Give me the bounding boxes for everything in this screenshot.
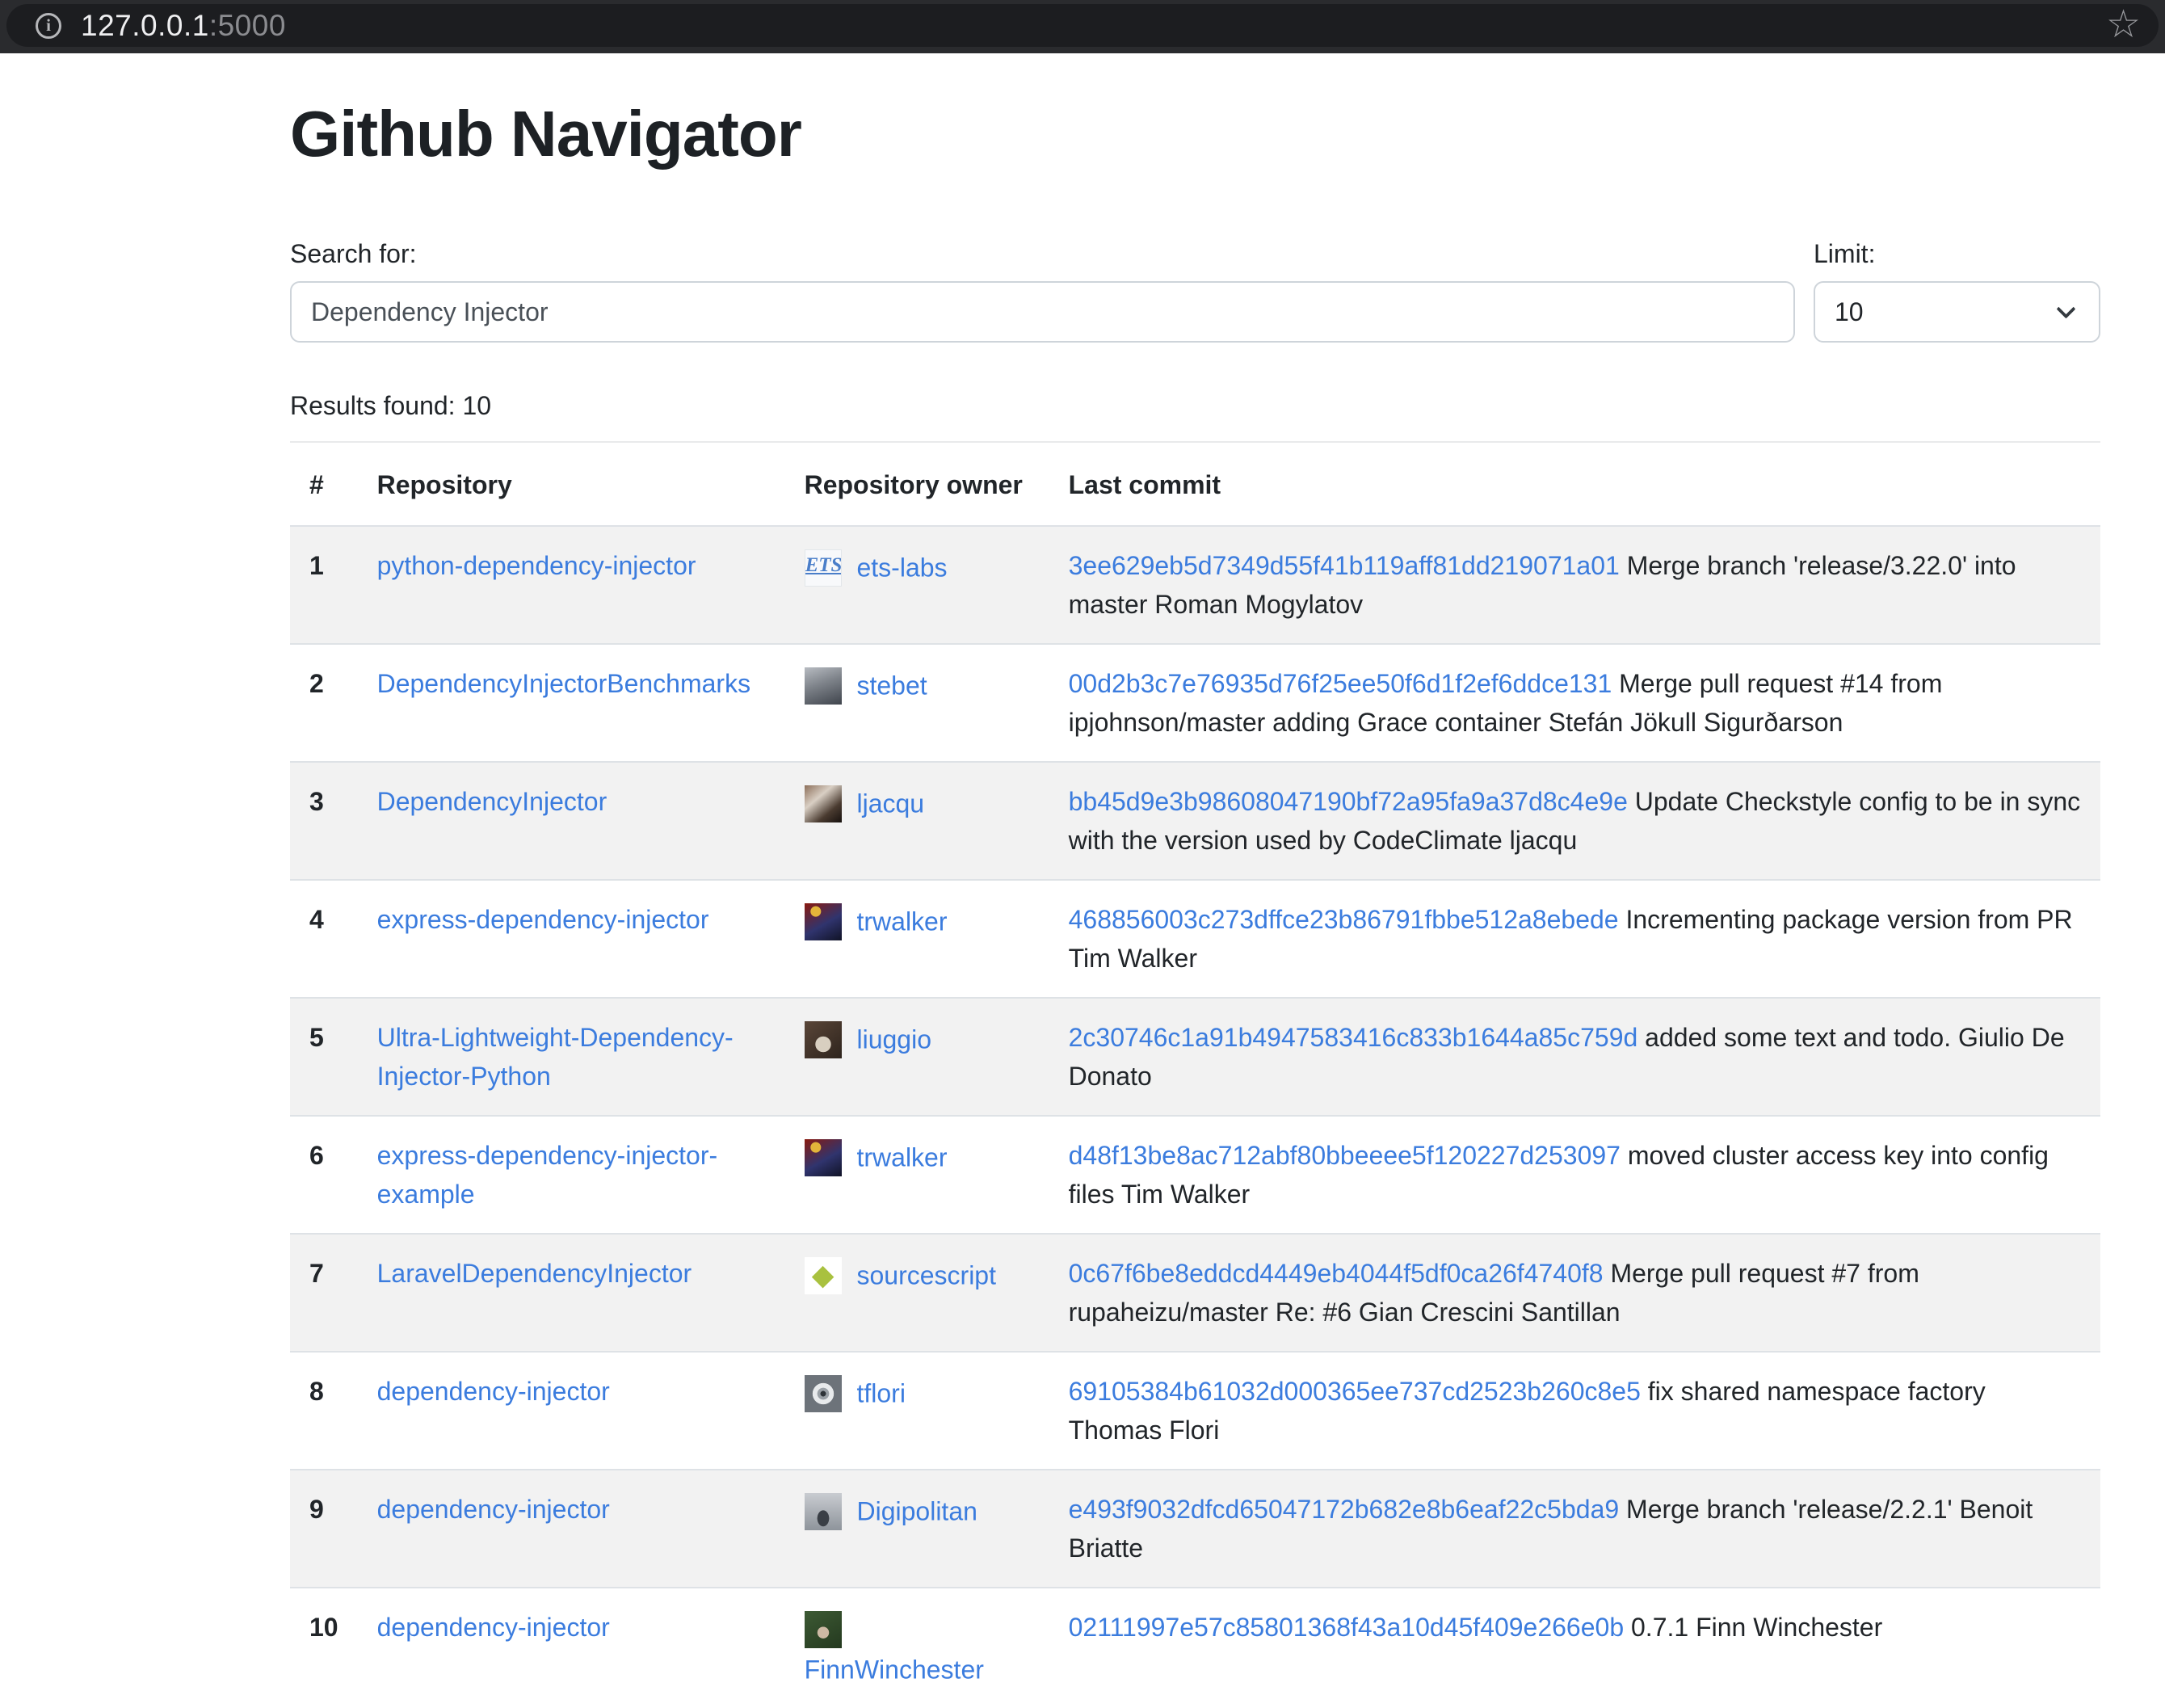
repo-link[interactable]: DependencyInjector — [377, 787, 607, 816]
row-number: 6 — [290, 1116, 358, 1234]
owner-avatar — [805, 1375, 842, 1412]
site-info-icon[interactable]: i — [36, 13, 61, 39]
table-row: 6 express-dependency-injector-example tr… — [290, 1116, 2100, 1234]
row-number: 1 — [290, 526, 358, 644]
chevron-down-icon — [2056, 299, 2075, 318]
browser-toolbar: i 127.0.0.1:5000 ☆ — [0, 0, 2165, 53]
header-repository: Repository — [358, 443, 785, 526]
repo-link[interactable]: Ultra-Lightweight-Dependency-Injector-Py… — [377, 1023, 734, 1091]
row-number: 3 — [290, 762, 358, 880]
owner-avatar — [805, 1021, 842, 1058]
repo-link[interactable]: express-dependency-injector — [377, 905, 709, 934]
owner-link[interactable]: sourcescript — [856, 1261, 996, 1290]
url-text: 127.0.0.1:5000 — [81, 3, 286, 48]
header-repository-owner: Repository owner — [785, 443, 1049, 526]
table-row: 1 python-dependency-injector ETS ets-lab… — [290, 526, 2100, 644]
table-row: 5 Ultra-Lightweight-Dependency-Injector-… — [290, 998, 2100, 1116]
owner-avatar — [805, 667, 842, 705]
limit-selected-value: 10 — [1835, 292, 1864, 331]
commit-sha-link[interactable]: 00d2b3c7e76935d76f25ee50f6d1f2ef6ddce131 — [1069, 669, 1612, 698]
repo-link[interactable]: DependencyInjectorBenchmarks — [377, 669, 750, 698]
owner-avatar — [805, 1493, 842, 1530]
page-title: Github Navigator — [290, 86, 2100, 183]
commit-sha-link[interactable]: e493f9032dfcd65047172b682e8b6eaf22c5bda9 — [1069, 1495, 1620, 1524]
commit-sha-link[interactable]: 3ee629eb5d7349d55f41b119aff81dd219071a01 — [1069, 551, 1620, 580]
owner-avatar — [805, 1139, 842, 1176]
owner-link[interactable]: ets-labs — [856, 553, 947, 583]
table-header-row: # Repository Repository owner Last commi… — [290, 443, 2100, 526]
owner-avatar — [805, 1611, 842, 1648]
owner-avatar: ◆ — [805, 1257, 842, 1294]
repo-link[interactable]: dependency-injector — [377, 1495, 610, 1524]
commit-sha-link[interactable]: 2c30746c1a91b4947583416c833b1644a85c759d — [1069, 1023, 1638, 1052]
commit-sha-link[interactable]: 69105384b61032d000365ee737cd2523b260c8e5 — [1069, 1377, 1641, 1406]
owner-link[interactable]: ljacqu — [856, 789, 924, 818]
table-row: 4 express-dependency-injector trwalker 4… — [290, 880, 2100, 998]
commit-sha-link[interactable]: d48f13be8ac712abf80bbeeee5f120227d253097 — [1069, 1141, 1621, 1170]
owner-link[interactable]: Digipolitan — [856, 1497, 977, 1526]
owner-avatar: ETS — [805, 549, 842, 587]
address-bar[interactable]: i 127.0.0.1:5000 ☆ — [6, 4, 2159, 47]
row-number: 5 — [290, 998, 358, 1116]
table-row: 10 dependency-injector FinnWinchester 02… — [290, 1588, 2100, 1708]
bookmark-star-icon[interactable]: ☆ — [2106, 6, 2141, 44]
search-label: Search for: — [290, 234, 1795, 273]
commit-sha-link[interactable]: 468856003c273dffce23b86791fbbe512a8ebede — [1069, 905, 1619, 934]
owner-link[interactable]: FinnWinchester — [805, 1655, 984, 1684]
search-form: Search for: Limit: 10 — [290, 234, 2100, 343]
table-row: 2 DependencyInjectorBenchmarks stebet 00… — [290, 644, 2100, 762]
owner-link[interactable]: stebet — [856, 671, 927, 700]
table-row: 9 dependency-injector Digipolitan e493f9… — [290, 1470, 2100, 1588]
repo-link[interactable]: dependency-injector — [377, 1377, 610, 1406]
owner-link[interactable]: liuggio — [856, 1025, 931, 1054]
results-count: Results found: 10 — [290, 386, 2100, 425]
owner-avatar — [805, 785, 842, 822]
row-number: 4 — [290, 880, 358, 998]
page-container: Github Navigator Search for: Limit: 10 R… — [290, 86, 2100, 1708]
row-number: 7 — [290, 1234, 358, 1352]
owner-link[interactable]: trwalker — [856, 1143, 947, 1172]
limit-label: Limit: — [1814, 234, 2100, 273]
header-num: # — [290, 443, 358, 526]
row-number: 2 — [290, 644, 358, 762]
repo-link[interactable]: python-dependency-injector — [377, 551, 696, 580]
commit-sha-link[interactable]: bb45d9e3b98608047190bf72a95fa9a37d8c4e9e — [1069, 787, 1628, 816]
owner-avatar — [805, 903, 842, 940]
url-port: :5000 — [209, 9, 286, 42]
repo-link[interactable]: express-dependency-injector-example — [377, 1141, 718, 1209]
row-number: 10 — [290, 1588, 358, 1708]
owner-link[interactable]: tflori — [856, 1379, 905, 1408]
search-input[interactable] — [290, 281, 1795, 343]
table-row: 7 LaravelDependencyInjector ◆ sourcescri… — [290, 1234, 2100, 1352]
header-last-commit: Last commit — [1049, 443, 2100, 526]
table-row: 8 dependency-injector tflori 69105384b61… — [290, 1352, 2100, 1470]
table-row: 3 DependencyInjector ljacqu bb45d9e3b986… — [290, 762, 2100, 880]
url-host: 127.0.0.1 — [81, 9, 209, 42]
row-number: 8 — [290, 1352, 358, 1470]
commit-sha-link[interactable]: 02111997e57c85801368f43a10d45f409e266e0b — [1069, 1613, 1625, 1642]
commit-message: 0.7.1 Finn Winchester — [1631, 1613, 1882, 1642]
repo-link[interactable]: dependency-injector — [377, 1613, 610, 1642]
owner-link[interactable]: trwalker — [856, 907, 947, 936]
limit-select[interactable]: 10 — [1814, 281, 2100, 343]
results-table: # Repository Repository owner Last commi… — [290, 443, 2100, 1708]
search-group: Search for: — [290, 234, 1795, 343]
repo-link[interactable]: LaravelDependencyInjector — [377, 1259, 692, 1288]
results-table-body: 1 python-dependency-injector ETS ets-lab… — [290, 526, 2100, 1708]
commit-sha-link[interactable]: 0c67f6be8eddcd4449eb4044f5df0ca26f4740f8 — [1069, 1259, 1604, 1288]
limit-group: Limit: 10 — [1814, 234, 2100, 343]
row-number: 9 — [290, 1470, 358, 1588]
